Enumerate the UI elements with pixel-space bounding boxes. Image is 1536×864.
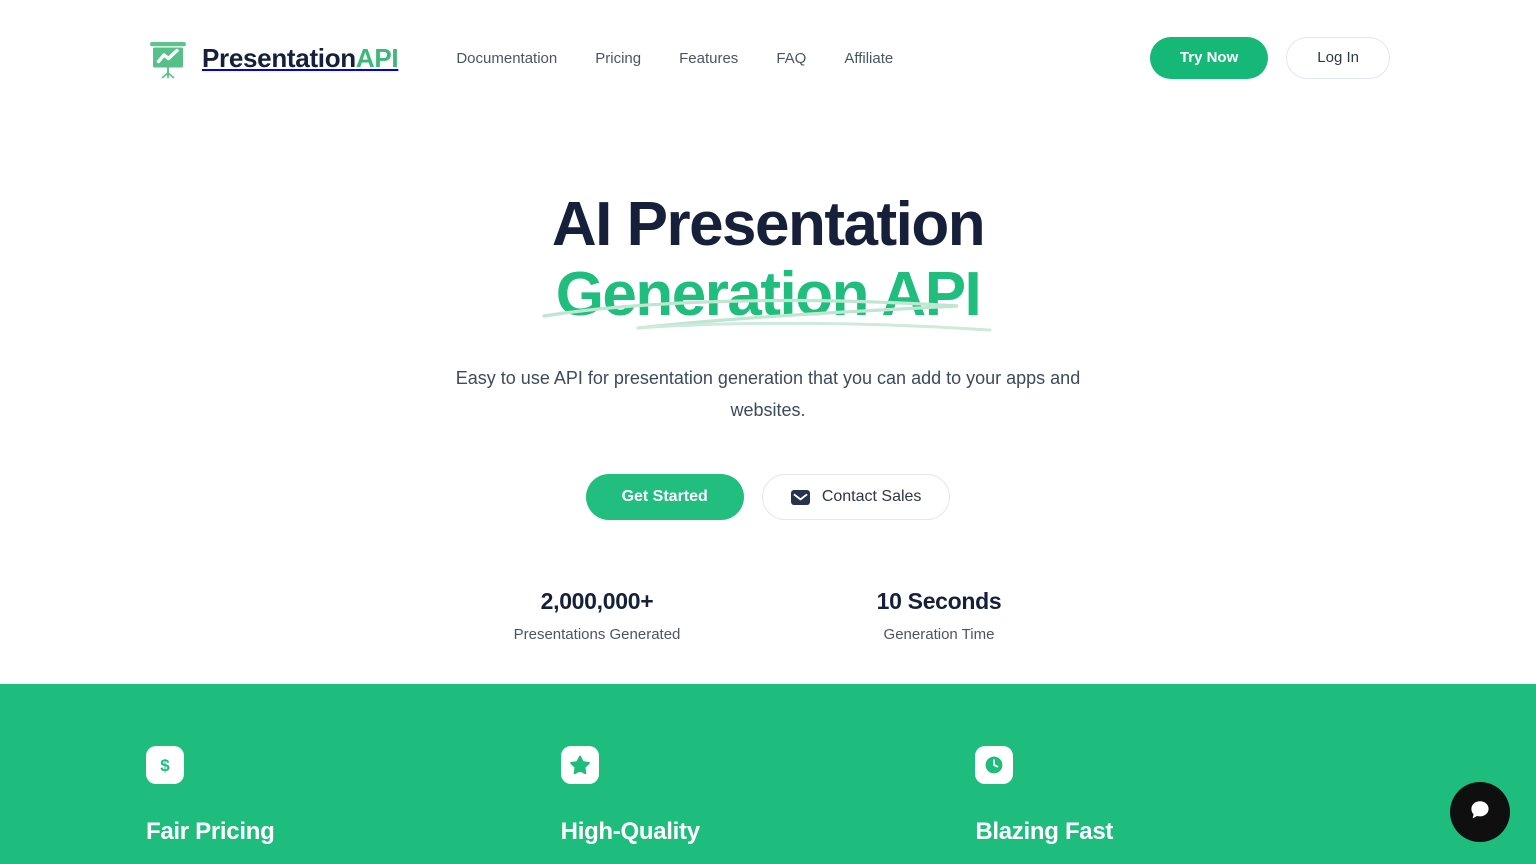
hero-section: AI Presentation Generation API Easy to u… [0, 116, 1536, 644]
stat-value: 10 Seconds [876, 588, 1002, 615]
stat-generation-time: 10 Seconds Generation Time [768, 588, 1110, 643]
contact-sales-label: Contact Sales [821, 488, 922, 506]
brand-name: PresentationAPI [202, 42, 399, 74]
nav-item-features[interactable]: Features [679, 50, 738, 67]
feature-fair-pricing: $ Fair Pricing [146, 746, 561, 846]
svg-text:$: $ [160, 756, 170, 775]
try-now-button[interactable]: Try Now [1149, 37, 1269, 79]
stat-presentations-generated: 2,000,000+ Presentations Generated [426, 588, 768, 643]
header-actions: Try Now Log In [1149, 37, 1390, 79]
brand-logo-link[interactable]: PresentationAPI [146, 36, 399, 80]
feature-blazing-fast: Blazing Fast [975, 746, 1390, 846]
hero-subtitle: Easy to use API for presentation generat… [455, 368, 1081, 421]
main-navigation: Documentation Pricing Features FAQ Affil… [456, 50, 893, 67]
chat-widget-button[interactable] [1450, 782, 1510, 842]
feature-title: High-Quality [560, 818, 700, 845]
stats-row: 2,000,000+ Presentations Generated 10 Se… [0, 588, 1536, 643]
presentation-chart-icon [146, 36, 190, 80]
stat-value: 2,000,000+ [540, 588, 654, 615]
feature-title: Fair Pricing [146, 818, 275, 845]
nav-item-affiliate[interactable]: Affiliate [844, 50, 893, 67]
contact-sales-button[interactable]: Contact Sales [761, 474, 951, 521]
brand-name-accent: API [355, 42, 399, 73]
chat-bubble-icon [1466, 796, 1494, 829]
feature-high-quality: High-Quality [560, 746, 976, 846]
stat-label: Presentations Generated [513, 626, 681, 644]
nav-item-faq[interactable]: FAQ [776, 50, 806, 67]
star-icon [560, 746, 599, 784]
get-started-button[interactable]: Get Started [585, 474, 744, 521]
brand-name-primary: Presentation [202, 42, 356, 73]
dollar-sign-icon: $ [146, 746, 184, 784]
page-title-line-1: AI Presentation [551, 190, 986, 259]
clock-icon [975, 746, 1014, 784]
log-in-button[interactable]: Log In [1286, 37, 1390, 79]
site-header: PresentationAPI Documentation Pricing Fe… [0, 0, 1536, 116]
nav-item-pricing[interactable]: Pricing [595, 50, 641, 67]
features-section: $ Fair Pricing High-Quality Blazing Fast [0, 684, 1536, 864]
nav-item-documentation[interactable]: Documentation [456, 50, 557, 67]
hero-cta-group: Get Started Contact Sales [0, 474, 1536, 521]
feature-title: Blazing Fast [975, 818, 1114, 845]
stat-label: Generation Time [883, 626, 995, 644]
mail-icon [790, 489, 810, 505]
features-grid: $ Fair Pricing High-Quality Blazing Fast [146, 746, 1390, 846]
